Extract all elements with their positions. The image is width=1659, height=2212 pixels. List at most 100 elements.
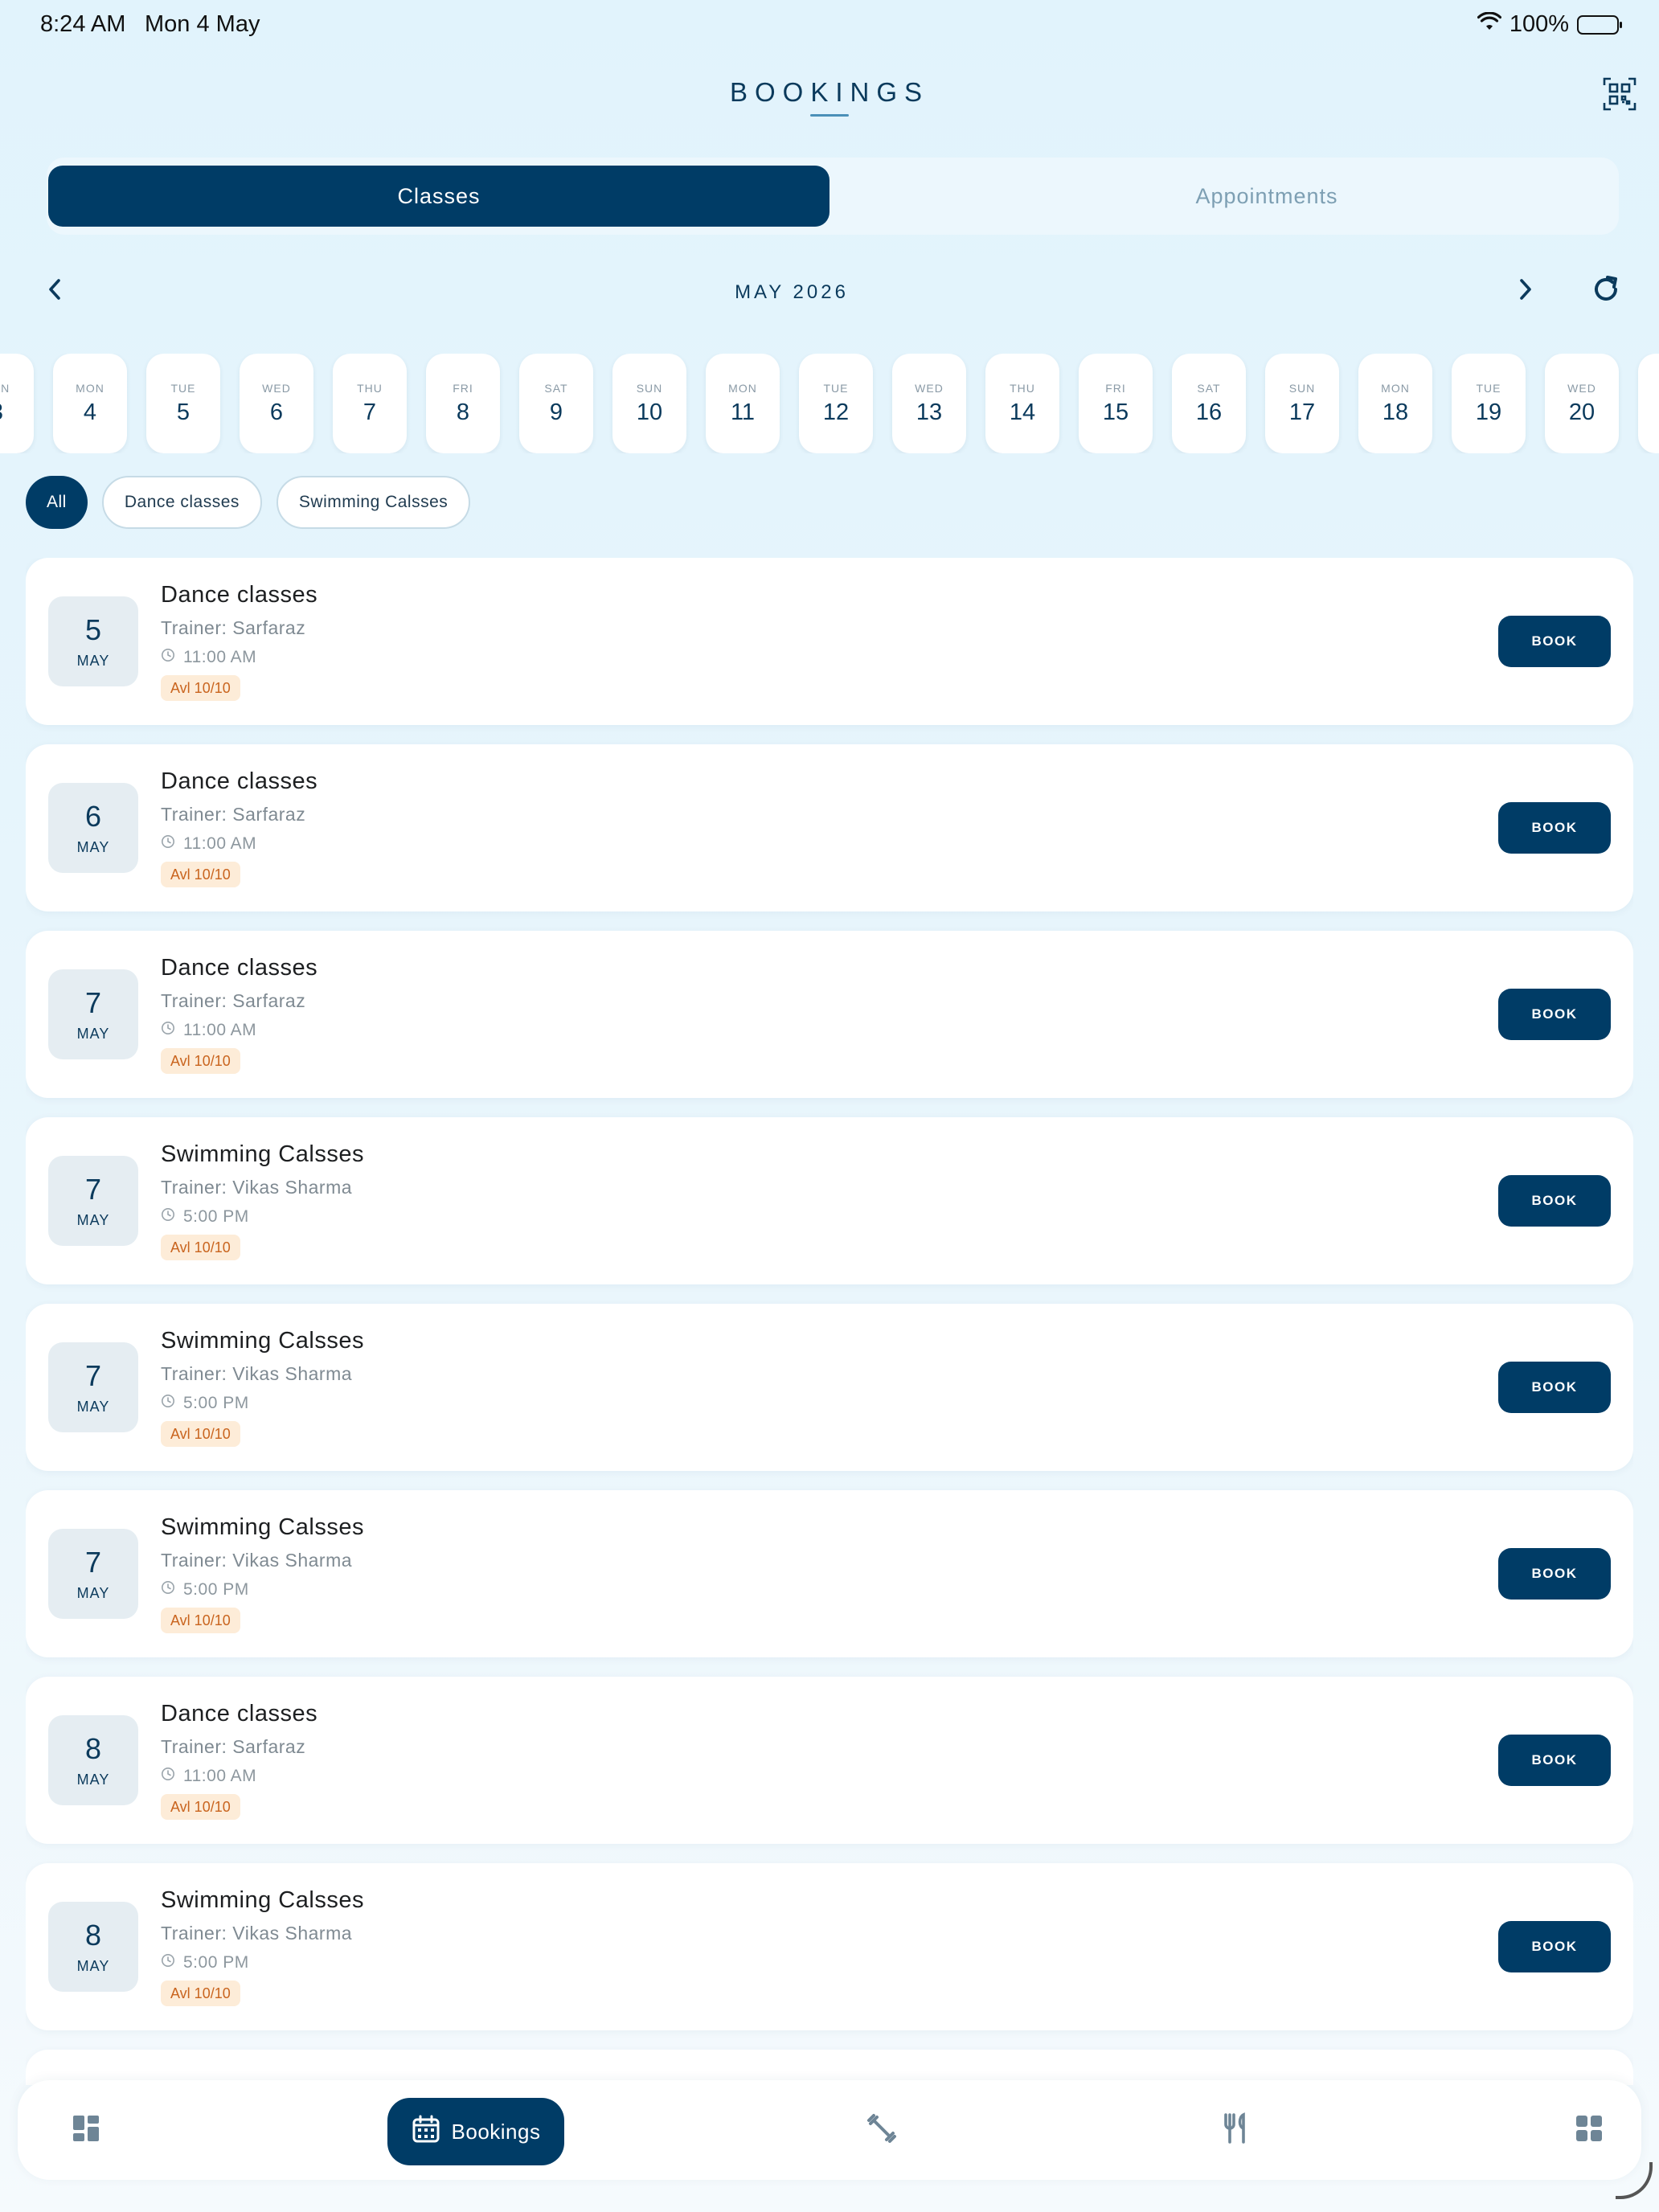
clock-icon xyxy=(161,1953,175,1972)
day-weekday: FRI xyxy=(453,381,473,395)
book-button[interactable]: BOOK xyxy=(1498,616,1611,667)
book-button[interactable]: BOOK xyxy=(1498,1362,1611,1413)
class-list: 5 MAY Dance classes Trainer: Sarfaraz 11:00 … xyxy=(26,558,1633,2085)
class-time-text: 11:00 AM xyxy=(183,648,257,666)
filter-dance-classes[interactable]: Dance classes xyxy=(101,476,262,529)
book-button[interactable]: BOOK xyxy=(1498,1548,1611,1600)
nav-nutrition[interactable] xyxy=(1199,2101,1272,2159)
clock-icon xyxy=(161,1394,175,1413)
day-chip[interactable]: SUN 17 xyxy=(1265,354,1339,453)
class-time-text: 11:00 AM xyxy=(183,1767,257,1785)
day-chip[interactable]: MON 11 xyxy=(706,354,780,453)
class-trainer: Trainer: Vikas Sharma xyxy=(161,1363,353,1384)
class-date-box: 7 MAY xyxy=(48,1529,138,1619)
refresh-button[interactable] xyxy=(1587,272,1625,310)
day-chip[interactable]: TUE 19 xyxy=(1452,354,1526,453)
clock-icon xyxy=(161,1767,175,1786)
class-title: Dance classes xyxy=(161,955,318,981)
class-date-day: 8 xyxy=(84,1731,102,1765)
qr-scan-button[interactable] xyxy=(1601,77,1638,114)
class-time: 5:00 PM xyxy=(161,1394,249,1413)
day-number: 6 xyxy=(269,399,284,425)
book-button[interactable]: BOOK xyxy=(1498,802,1611,854)
battery-percent: 100% xyxy=(1509,11,1569,37)
status-indicators: 100% xyxy=(1477,11,1622,38)
day-weekday: SUN xyxy=(636,381,663,395)
class-date-day: 7 xyxy=(84,1358,102,1392)
class-trainer: Trainer: Vikas Sharma xyxy=(161,1923,353,1944)
day-chip[interactable]: FRI 8 xyxy=(426,354,500,453)
book-button[interactable]: BOOK xyxy=(1498,1921,1611,1972)
class-card: 8 MAY Swimming Calsses Trainer: Vikas Sharm… xyxy=(26,1863,1633,2030)
class-date-box: 7 MAY xyxy=(48,1156,138,1246)
book-button[interactable]: BOOK xyxy=(1498,1175,1611,1227)
class-card: 7 MAY Swimming Calsses Trainer: Vikas Sharm… xyxy=(26,1490,1633,1657)
day-number: 8 xyxy=(456,399,470,425)
fork-knife-icon xyxy=(1219,2112,1251,2149)
day-chip[interactable]: SUN 3 xyxy=(0,354,34,453)
day-chip[interactable]: THU 14 xyxy=(985,354,1059,453)
day-chip[interactable]: TUE 5 xyxy=(146,354,220,453)
day-chip[interactable]: FRI 15 xyxy=(1079,354,1153,453)
class-time-text: 11:00 AM xyxy=(183,1021,257,1039)
day-number: 16 xyxy=(1195,399,1223,425)
clock-icon xyxy=(161,1580,175,1600)
day-weekday: THU xyxy=(1010,381,1035,395)
dumbbell-icon xyxy=(866,2112,898,2149)
tab-classes[interactable]: Classes xyxy=(48,166,830,227)
class-card: 7 MAY Swimming Calsses Trainer: Vikas Sharm… xyxy=(26,1304,1633,1471)
day-chip[interactable]: SUN 10 xyxy=(612,354,686,453)
day-chip[interactable]: WED 6 xyxy=(240,354,313,453)
day-chip[interactable]: THU21 xyxy=(1638,354,1659,453)
day-chip[interactable]: THU 7 xyxy=(333,354,407,453)
day-chip[interactable]: SAT 16 xyxy=(1172,354,1246,453)
class-card: 5 MAY Dance classes Trainer: Sarfaraz 11:00 … xyxy=(26,558,1633,725)
filter-swimming-classes[interactable]: Swimming Calsses xyxy=(276,476,471,529)
day-number: 14 xyxy=(1009,399,1036,425)
day-weekday: FRI xyxy=(1105,381,1126,395)
day-weekday: MON xyxy=(1381,381,1410,395)
day-number: 3 xyxy=(0,399,3,426)
book-button[interactable]: BOOK xyxy=(1498,989,1611,1040)
day-selector: SUN 3 MON 4 TUE 5 WED 6 THU 7 FRI 8 SAT 9 SUN 10 MON 11 TU… xyxy=(0,354,1659,453)
nav-more[interactable] xyxy=(1553,2101,1625,2159)
class-time: 11:00 AM xyxy=(161,834,256,854)
nav-dashboard[interactable] xyxy=(50,2101,122,2159)
day-chip[interactable]: MON 18 xyxy=(1358,354,1432,453)
calendar-icon xyxy=(412,2115,440,2149)
availability-badge: Avl 10/10 xyxy=(161,675,240,701)
class-date-box: 6 MAY xyxy=(48,783,138,873)
clock-icon xyxy=(161,1207,175,1227)
class-date-month: MAY xyxy=(76,1211,110,1228)
class-date-day: 6 xyxy=(84,799,102,833)
day-chip[interactable]: MON 4 xyxy=(53,354,127,453)
home-indicator xyxy=(1616,2162,1653,2199)
class-time: 5:00 PM xyxy=(161,1580,249,1600)
class-card: 6 MAY Dance classes Trainer: Sarfaraz 11:00 … xyxy=(26,744,1633,911)
class-date-day: 7 xyxy=(84,1545,102,1579)
class-date-day: 5 xyxy=(84,612,102,646)
class-card: 7 MAY Dance classes Trainer: Sarfaraz 11:00 … xyxy=(26,931,1633,1098)
class-time-text: 5:00 PM xyxy=(183,1207,249,1226)
day-chip[interactable]: WED 20 xyxy=(1545,354,1619,453)
filter-all[interactable]: All xyxy=(26,476,88,529)
nav-bookings[interactable]: Bookings xyxy=(387,2098,564,2165)
day-chip[interactable]: WED 13 xyxy=(892,354,966,453)
availability-badge: Avl 10/10 xyxy=(161,1981,240,2006)
class-date-day: 7 xyxy=(84,985,102,1019)
wifi-icon xyxy=(1477,11,1501,38)
day-weekday: WED xyxy=(915,381,944,395)
day-weekday: SAT xyxy=(1197,381,1221,395)
nav-workouts[interactable] xyxy=(846,2101,918,2159)
next-month-button[interactable] xyxy=(1509,273,1542,309)
day-chip[interactable]: TUE 12 xyxy=(799,354,873,453)
tab-appointments[interactable]: Appointments xyxy=(876,166,1657,227)
book-button[interactable]: BOOK xyxy=(1498,1735,1611,1786)
class-time: 11:00 AM xyxy=(161,1021,256,1040)
day-weekday: WED xyxy=(262,381,291,395)
day-weekday: SUN xyxy=(0,381,10,395)
day-chip[interactable]: SAT 9 xyxy=(519,354,593,453)
apps-grid-icon xyxy=(1575,2114,1604,2147)
class-date-month: MAY xyxy=(76,838,110,855)
class-title: Swimming Calsses xyxy=(161,1328,364,1354)
